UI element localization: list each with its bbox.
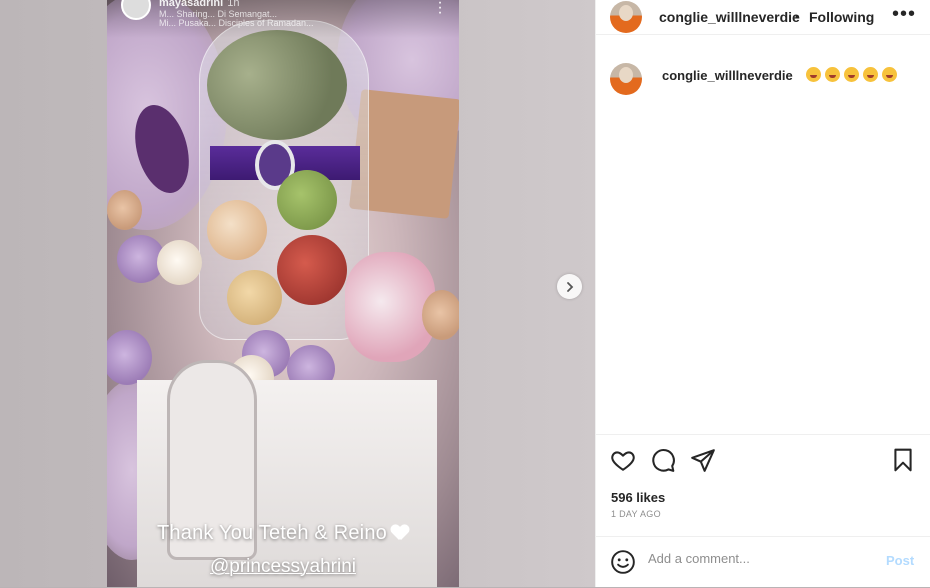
fruit <box>277 170 337 230</box>
post-username[interactable]: conglie_willlneverdie <box>659 9 800 25</box>
avatar[interactable] <box>610 1 642 33</box>
mention-text: @princessyahrini <box>209 556 356 577</box>
story-username-text: mayasadrini <box>159 0 224 9</box>
post-timestamp[interactable]: 1 DAY AGO <box>611 509 661 519</box>
caption-comment: conglie_willlneverdie <box>662 67 898 83</box>
story-header: mayasadrini 1h M... Sharing... Di Semanga… <box>107 0 459 38</box>
story-username: mayasadrini 1h <box>159 0 239 9</box>
next-button[interactable] <box>557 274 582 299</box>
more-options-icon[interactable]: ••• <box>892 3 916 26</box>
peach-flower <box>422 290 459 340</box>
fruit <box>207 200 267 260</box>
story-mention: @princessyahrini <box>107 556 459 578</box>
laughing-emoji-icon <box>806 67 822 82</box>
laughing-emoji-icon <box>882 67 898 82</box>
fruit <box>277 235 347 305</box>
laughing-emoji-icon <box>863 67 879 82</box>
add-comment-bar: Post <box>596 536 930 588</box>
post-comment-button[interactable]: Post <box>886 553 914 568</box>
post-panel: conglie_willlneverdie • Following ••• co… <box>595 0 930 587</box>
post-header: conglie_willlneverdie • Following ••• <box>596 0 930 35</box>
share-icon[interactable] <box>690 447 716 473</box>
comments-section: conglie_willlneverdie <box>596 36 930 434</box>
grapes <box>207 30 347 140</box>
comment-avatar[interactable] <box>610 63 642 95</box>
chevron-right-icon <box>566 281 573 292</box>
post-actions: 596 likes 1 DAY AGO Post <box>596 434 930 587</box>
comment-username[interactable]: conglie_willlneverdie <box>662 68 793 83</box>
story-time: 1h <box>227 0 240 9</box>
caption-text: Thank You Teteh & Reino <box>157 522 387 544</box>
comment-icon[interactable] <box>650 447 676 473</box>
white-heart-icon <box>391 525 409 541</box>
laughing-emoji-icon <box>825 67 841 82</box>
story-subtitle: Mi... Pusaka... Disciples of Ramadan... <box>159 18 314 28</box>
separator-dot: • <box>795 9 800 24</box>
story-more-icon: · · · <box>437 0 443 21</box>
peach-flower <box>107 190 142 230</box>
story-caption: Thank You Teteh & Reino <box>107 522 459 545</box>
white-rose <box>157 240 202 285</box>
heart-icon[interactable] <box>610 447 636 473</box>
likes-count[interactable]: 596 likes <box>611 490 665 505</box>
drum-ornament <box>345 252 435 362</box>
fruit <box>227 270 282 325</box>
smile-icon[interactable] <box>610 549 636 575</box>
bookmark-icon[interactable] <box>890 447 916 473</box>
story-image: mayasadrini 1h M... Sharing... Di Semanga… <box>107 0 459 587</box>
following-button[interactable]: Following <box>809 9 874 25</box>
rose <box>107 330 152 385</box>
media-area: mayasadrini 1h M... Sharing... Di Semanga… <box>0 0 595 587</box>
comment-input[interactable] <box>648 551 868 566</box>
laughing-emoji-icon <box>844 67 860 82</box>
story-avatar <box>121 0 151 20</box>
